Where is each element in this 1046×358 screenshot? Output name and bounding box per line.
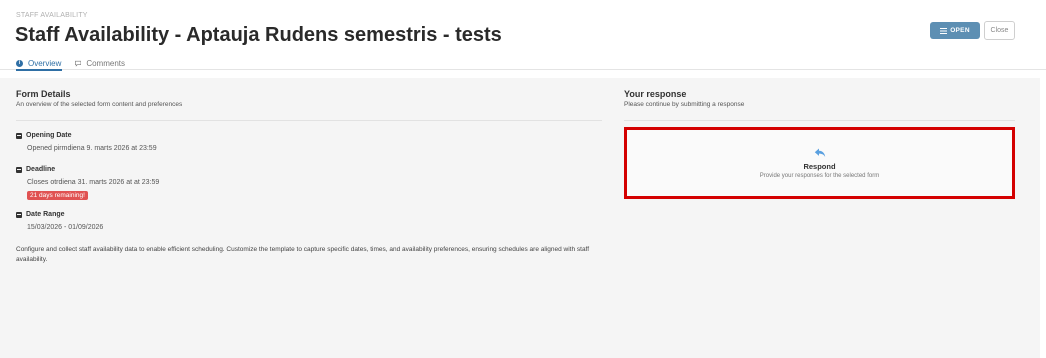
date-range-label: Date Range	[16, 211, 65, 218]
close-button[interactable]: Close	[984, 21, 1015, 40]
page-title: Staff Availability - Aptauja Rudens seme…	[15, 24, 502, 46]
your-response-title: Your response	[624, 89, 687, 99]
info-icon: i	[16, 59, 23, 67]
form-details-subtitle: An overview of the selected form content…	[16, 101, 183, 108]
tab-comments-label: Comments	[86, 58, 125, 68]
calendar-icon	[16, 166, 22, 173]
tab-overview[interactable]: i Overview	[16, 56, 62, 71]
date-range-label-text: Date Range	[26, 211, 65, 218]
respond-subtitle: Provide your responses for the selected …	[759, 172, 880, 179]
tab-bar: i Overview Comments	[0, 56, 1046, 71]
opening-date-label: Opening Date	[16, 132, 72, 139]
page-header: STAFF AVAILABILITY Staff Availability - …	[0, 0, 1046, 71]
respond-card-inner[interactable]: Respond Provide your responses for the s…	[627, 130, 1012, 196]
deadline-label: Deadline	[16, 166, 55, 173]
deadline-label-text: Deadline	[26, 166, 56, 173]
days-remaining-badge: 21 days remaining!	[27, 191, 88, 200]
deadline-value: Closes otrdiena 31. marts 2026 at at 23:…	[27, 179, 160, 186]
response-divider	[624, 120, 1015, 121]
form-details-title: Form Details	[16, 89, 71, 99]
respond-title: Respond	[803, 161, 836, 171]
breadcrumb: STAFF AVAILABILITY	[16, 12, 88, 19]
list-icon	[940, 27, 948, 34]
your-response-subtitle: Please continue by submitting a response	[624, 101, 745, 108]
form-description: Configure and collect staff availability…	[16, 246, 590, 263]
open-button-label: OPEN	[950, 27, 970, 34]
date-range-value: 15/03/2026 - 01/09/2026	[27, 224, 104, 231]
calendar-range-icon	[16, 211, 22, 218]
respond-card[interactable]: Respond Provide your responses for the s…	[624, 127, 1015, 199]
form-details-divider	[16, 120, 602, 121]
opening-date-label-text: Opening Date	[26, 132, 72, 139]
opening-date-value: Opened pirmdiena 9. marts 2026 at 23:59	[27, 145, 157, 152]
tab-overview-label: Overview	[28, 58, 62, 68]
open-button[interactable]: OPEN	[930, 22, 980, 39]
calendar-icon	[16, 132, 22, 139]
reply-icon	[814, 148, 825, 157]
tab-comments[interactable]: Comments	[75, 56, 125, 70]
comment-icon	[75, 60, 82, 67]
